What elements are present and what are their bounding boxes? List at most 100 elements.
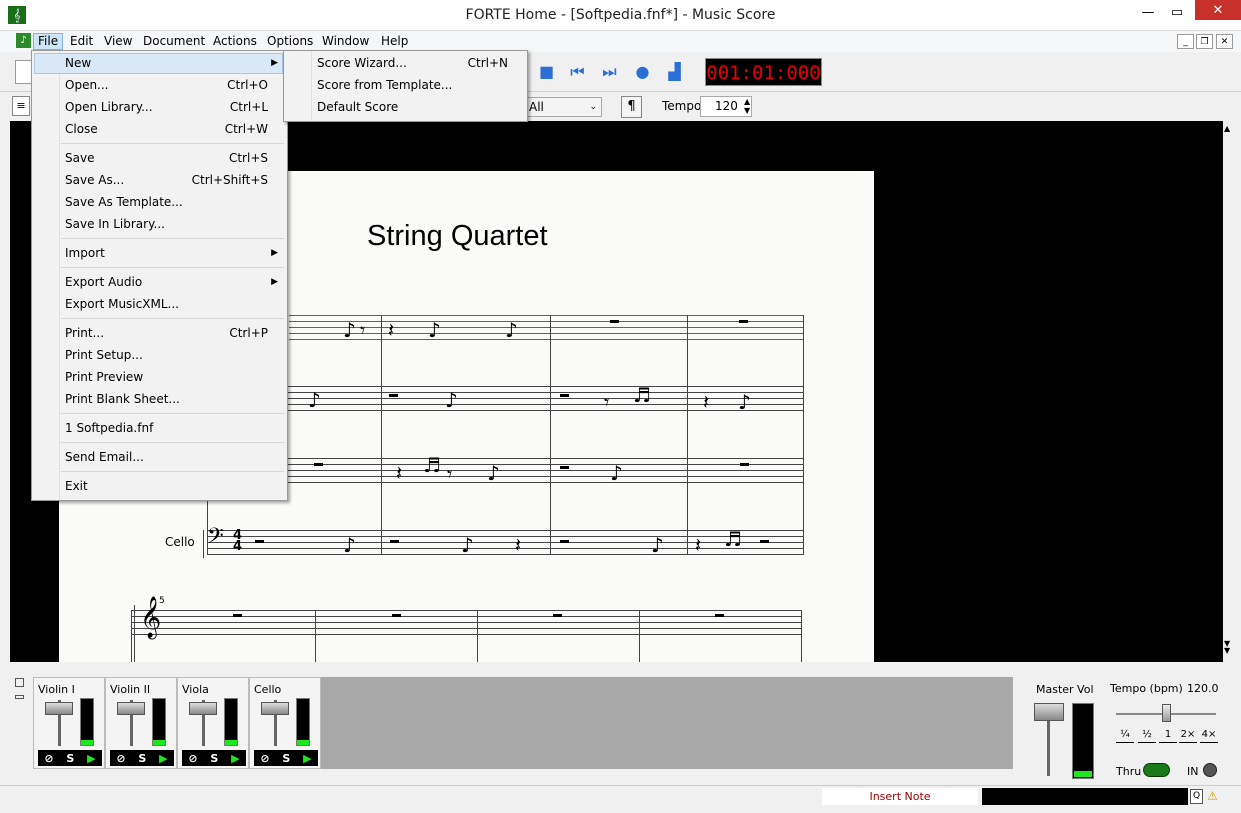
menu-help[interactable]: Help	[377, 33, 412, 50]
note-symbol[interactable]: ♪	[505, 320, 518, 340]
note-symbol[interactable]: ♪	[343, 535, 356, 555]
close-icon[interactable]: ✕	[1195, 0, 1241, 20]
scroll-up-icon[interactable]: ▲	[1224, 124, 1230, 133]
thru-toggle[interactable]	[1143, 763, 1170, 777]
mdi-close-icon[interactable]: ✕	[1216, 34, 1233, 49]
whole-rest[interactable]	[760, 540, 769, 543]
note-symbol[interactable]: ♬	[423, 455, 441, 475]
whole-rest[interactable]	[390, 540, 399, 543]
note-symbol[interactable]: ♪	[308, 390, 321, 410]
scroll-down-icon[interactable]: ▼ ▼	[1224, 640, 1230, 655]
record-icon[interactable]: ●	[634, 63, 651, 80]
file-menu-item[interactable]: Import ▶	[31, 244, 288, 262]
channel-fader-knob[interactable]	[189, 702, 217, 715]
file-menu-item[interactable]: Save Ctrl+S	[31, 149, 288, 167]
menu-options[interactable]: Options	[263, 33, 317, 50]
note-symbol[interactable]: ♬	[633, 385, 651, 405]
file-menu-item[interactable]: Print Setup...	[31, 346, 288, 364]
solo-button[interactable]: S	[282, 752, 290, 765]
stop-icon[interactable]: ■	[538, 63, 555, 80]
whole-rest[interactable]	[553, 614, 562, 617]
rest-symbol[interactable]: 𝄾	[360, 320, 365, 340]
whole-rest[interactable]	[739, 320, 748, 323]
file-menu-item[interactable]: 1 Softpedia.fnf	[31, 419, 288, 437]
note-symbol[interactable]: ♪	[487, 463, 500, 483]
score-title[interactable]: String Quartet	[367, 220, 548, 253]
master-fader-knob[interactable]	[1034, 703, 1064, 721]
search-icon[interactable]: Q	[1190, 789, 1203, 804]
page-view-icon[interactable]: ≡	[12, 96, 30, 116]
speed-normal-button[interactable]: 1	[1159, 728, 1177, 743]
rest-symbol[interactable]: 𝄾	[604, 392, 609, 412]
mute-icon[interactable]: ⊘	[44, 752, 53, 765]
rest-symbol[interactable]: 𝄽	[703, 392, 709, 412]
mixer-collapse-icon[interactable]	[15, 695, 24, 699]
whole-rest[interactable]	[392, 614, 401, 617]
speed-double-button[interactable]: 2×	[1179, 728, 1197, 743]
note-symbol[interactable]: ♪	[461, 535, 474, 555]
new-submenu-item[interactable]: Score from Template...	[283, 76, 528, 94]
pilcrow-button[interactable]: ¶	[621, 96, 642, 118]
note-symbol[interactable]: ♪	[651, 535, 664, 555]
maximize-icon[interactable]: ▭	[1162, 0, 1192, 24]
mute-icon[interactable]: ⊘	[188, 752, 197, 765]
menu-actions[interactable]: Actions	[209, 33, 261, 50]
file-menu-item[interactable]: Send Email...	[31, 448, 288, 466]
note-symbol[interactable]: ♪	[445, 390, 458, 410]
track-filter-select[interactable]: All ⌄	[522, 97, 602, 117]
rest-symbol[interactable]: 𝄽	[388, 320, 394, 340]
channel-fader-knob[interactable]	[117, 702, 145, 715]
menu-document[interactable]: Document	[139, 33, 209, 50]
whole-rest[interactable]	[560, 466, 569, 469]
solo-button[interactable]: S	[66, 752, 74, 765]
speed-half-button[interactable]: ½	[1138, 728, 1156, 743]
new-submenu-item[interactable]: Score Wizard... Ctrl+N	[283, 54, 528, 72]
whole-rest[interactable]	[233, 614, 242, 617]
file-menu-item[interactable]: Print Blank Sheet...	[31, 390, 288, 408]
forward-icon[interactable]: ⏭	[601, 63, 618, 80]
whole-rest[interactable]	[314, 463, 323, 466]
mdi-restore-icon[interactable]: ❐	[1196, 34, 1213, 49]
play-icon[interactable]: ▶	[303, 752, 311, 765]
file-menu-item[interactable]: Print... Ctrl+P	[31, 324, 288, 342]
whole-rest[interactable]	[255, 540, 264, 543]
solo-button[interactable]: S	[138, 752, 146, 765]
speed-quad-button[interactable]: 4×	[1200, 728, 1218, 743]
menu-edit[interactable]: Edit	[66, 33, 97, 50]
file-menu-item[interactable]: Save In Library...	[31, 215, 288, 233]
whole-rest[interactable]	[389, 394, 398, 397]
whole-rest[interactable]	[560, 394, 569, 397]
rewind-icon[interactable]: ⏮	[569, 63, 586, 80]
file-menu-item[interactable]: Save As... Ctrl+Shift+S	[31, 171, 288, 189]
whole-rest[interactable]	[740, 463, 749, 466]
mdi-minimize-icon[interactable]: _	[1177, 34, 1194, 49]
tempo-stepper-icon[interactable]: ▲ ▼	[744, 97, 750, 115]
file-menu-item[interactable]: New ▶	[31, 54, 288, 72]
mute-icon[interactable]: ⊘	[116, 752, 125, 765]
file-menu-item[interactable]: Open... Ctrl+O	[31, 76, 288, 94]
play-icon[interactable]: ▶	[231, 752, 239, 765]
speed-quarter-button[interactable]: ¼	[1116, 728, 1134, 743]
file-menu-item[interactable]: Print Preview	[31, 368, 288, 386]
note-symbol[interactable]: ♪	[343, 320, 356, 340]
file-menu-item[interactable]: Save As Template...	[31, 193, 288, 211]
whole-rest[interactable]	[610, 320, 619, 323]
rest-symbol[interactable]: 𝄾	[447, 464, 452, 484]
play-icon[interactable]: ▶	[87, 752, 95, 765]
file-menu-item[interactable]: Close Ctrl+W	[31, 120, 288, 138]
menu-file[interactable]: File	[33, 33, 64, 50]
mixer-toggle-icon[interactable]	[15, 678, 24, 687]
note-symbol[interactable]: ♪	[610, 463, 623, 483]
tempo-slider-knob[interactable]	[1162, 704, 1171, 722]
solo-button[interactable]: S	[210, 752, 218, 765]
warning-icon[interactable]: ⚠	[1207, 789, 1218, 803]
whole-rest[interactable]	[560, 540, 569, 543]
channel-fader-knob[interactable]	[45, 702, 73, 715]
file-menu-item[interactable]: Export Audio ▶	[31, 273, 288, 291]
mute-icon[interactable]: ⊘	[260, 752, 269, 765]
new-submenu-item[interactable]: Default Score	[283, 98, 528, 116]
menu-window[interactable]: Window	[318, 33, 373, 50]
whole-rest[interactable]	[715, 614, 724, 617]
file-menu-item[interactable]: Exit	[31, 477, 288, 495]
menu-view[interactable]: View	[100, 33, 136, 50]
